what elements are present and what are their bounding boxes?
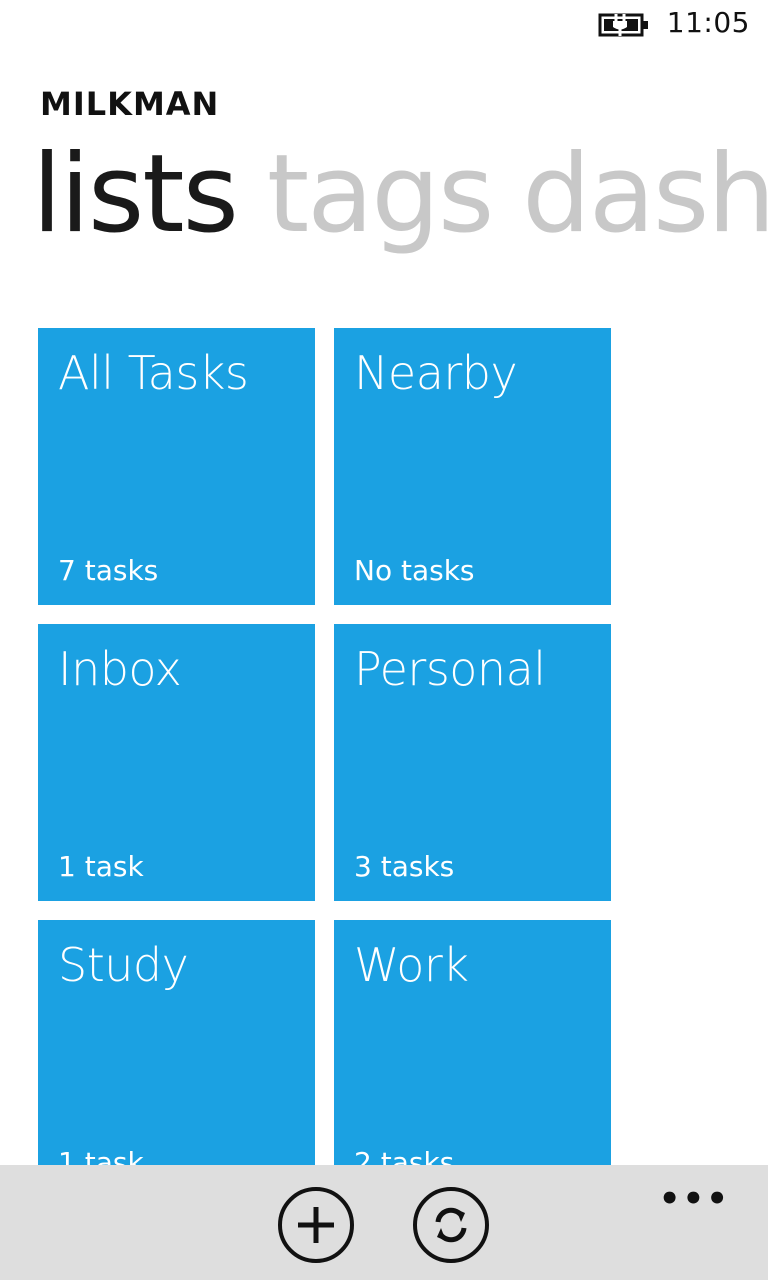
tile-personal[interactable]: Personal 3 tasks <box>334 624 611 901</box>
more-options-button[interactable]: ••• <box>659 1179 730 1219</box>
battery-charging-icon <box>598 13 648 37</box>
pivot-item-lists[interactable]: lists <box>32 132 239 257</box>
tile-count: 3 tasks <box>354 850 455 883</box>
pivot-item-tags[interactable]: tags <box>267 132 494 257</box>
app-title: MILKMAN <box>40 85 220 123</box>
status-bar: 11:05 <box>0 0 768 50</box>
tile-title: All Tasks <box>58 346 249 400</box>
tile-study[interactable]: Study 1 task <box>38 920 315 1168</box>
tile-work[interactable]: Work 2 tasks <box>334 920 611 1168</box>
tile-nearby[interactable]: Nearby No tasks <box>334 328 611 605</box>
tile-title: Study <box>58 938 189 992</box>
tile-count: 1 task <box>58 850 144 883</box>
sync-icon <box>435 1207 467 1243</box>
add-icon <box>298 1207 334 1243</box>
screen: 11:05 MILKMAN liststagsdashb All Tasks 7… <box>0 0 768 1280</box>
list-tiles: All Tasks 7 tasks Nearby No tasks Inbox … <box>38 328 612 1168</box>
tile-count: No tasks <box>354 554 475 587</box>
sync-button[interactable] <box>413 1187 489 1263</box>
tile-title: Personal <box>354 642 546 696</box>
clock: 11:05 <box>666 6 750 39</box>
tile-title: Work <box>354 938 469 992</box>
pivot-item-dashboard[interactable]: dashb <box>522 132 768 257</box>
pivot-header: liststagsdashb <box>32 138 768 251</box>
tile-title: Inbox <box>58 642 182 696</box>
app-bar: ••• <box>0 1165 768 1280</box>
tile-count: 7 tasks <box>58 554 159 587</box>
add-button[interactable] <box>278 1187 354 1263</box>
tile-all-tasks[interactable]: All Tasks 7 tasks <box>38 328 315 605</box>
tile-title: Nearby <box>354 346 518 400</box>
tile-inbox[interactable]: Inbox 1 task <box>38 624 315 901</box>
